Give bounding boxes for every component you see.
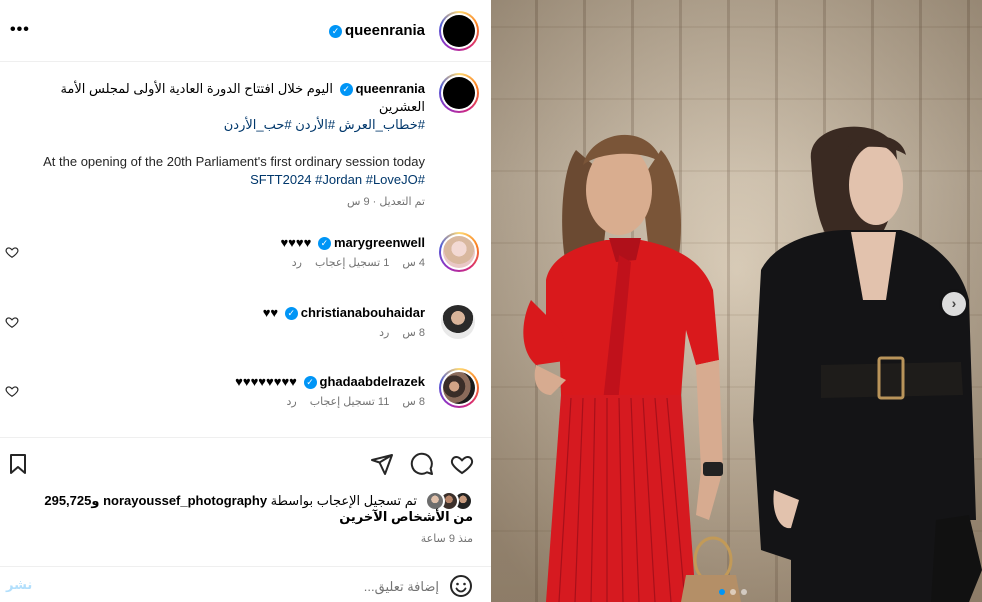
caption-username[interactable]: queenrania [356,81,425,96]
comment-text: ghadaabdelrazek✓ ♥♥♥♥♥♥♥♥ [235,374,426,390]
caption-meta: تم التعديل · 9 س [346,196,425,208]
comment-likes[interactable]: 11 تسجيل إعجاب [310,396,390,408]
comment-item: marygreenwell✓ ♥♥♥♥ 4 س 1 تسجيل إعجاب رد [0,232,491,285]
comment-time: 8 س [402,396,425,408]
comment-text: marygreenwell✓ ♥♥♥♥ [280,235,425,251]
likes-summary: تم تسجيل الإعجاب بواسطة norayoussef_phot… [44,493,473,524]
verified-badge-icon: ✓ [284,307,298,321]
like-comment-heart-icon[interactable] [5,245,19,259]
header-avatar[interactable] [439,11,479,51]
bookmark-icon[interactable] [6,452,30,476]
add-comment-bar: نشر [0,566,491,602]
comment-body: ♥♥♥♥ [280,235,312,250]
comment-time: 4 س [402,257,425,269]
caption-hashtags-en[interactable]: SFTT2024 #Jordan #LoveJO# [25,171,425,189]
post-photo[interactable]: › [491,0,982,602]
comment-username[interactable]: ghadaabdelrazek [320,374,426,389]
post-header: ••• ✓ queenrania [0,0,491,62]
caption-text-en: At the opening of the 20th Parliament's … [43,154,425,169]
post-time: منذ 9 ساعة [420,533,473,545]
like-comment-heart-icon[interactable] [5,384,19,398]
like-heart-icon[interactable] [450,452,474,476]
more-horizontal-icon[interactable]: ••• [10,22,30,38]
verified-badge-icon: ✓ [339,83,353,97]
comment-body: ♥♥♥♥♥♥♥♥ [235,374,297,389]
header-username[interactable]: ✓ queenrania [326,22,425,39]
comments-area[interactable]: queenrania✓ اليوم خلال افتتاح الدورة الع… [0,62,491,436]
caption: queenrania✓ اليوم خلال افتتاح الدورة الع… [25,80,425,208]
verified-badge-icon: ✓ [328,24,342,38]
comment-item: christianabouhaidar✓ ♥♥ 8 س رد [0,305,491,355]
comment-avatar[interactable] [439,368,479,408]
photo-subjects [523,126,982,602]
comment-avatar[interactable] [441,305,475,339]
caption-hashtags-ar[interactable]: #خطاب_العرش #الأردن #حب_الأردن [25,116,425,134]
post-actions: تم تسجيل الإعجاب بواسطة norayoussef_phot… [0,437,491,602]
comment-text: christianabouhaidar✓ ♥♥ [262,305,425,321]
carousel-dot-active [719,589,725,595]
add-comment-input[interactable] [79,575,439,597]
comment-username[interactable]: marygreenwell [334,235,425,250]
caption-text-ar: queenrania✓ اليوم خلال افتتاح الدورة الع… [60,81,425,114]
carousel-dot [741,589,747,595]
reply-button[interactable]: رد [286,396,296,408]
comment-item: ghadaabdelrazek✓ ♥♥♥♥♥♥♥♥ 8 س 11 تسجيل إ… [0,368,491,424]
reply-button[interactable]: رد [292,257,302,269]
post-details-panel: ••• ✓ queenrania queenrania✓ اليوم خلال ا… [0,0,491,602]
comment-body: ♥♥ [262,305,279,320]
post-comment-button[interactable]: نشر [6,577,32,593]
comment-icon[interactable] [410,452,434,476]
verified-badge-icon: ✓ [317,237,331,251]
emoji-icon[interactable] [449,574,473,598]
caption-avatar[interactable] [439,73,479,113]
share-icon[interactable] [370,452,394,476]
carousel-dot [730,589,736,595]
comment-username[interactable]: christianabouhaidar [301,305,425,320]
liked-by-username[interactable]: norayoussef_photography [103,493,267,508]
comment-meta: 8 س 11 تسجيل إعجاب رد [276,395,425,408]
carousel-indicator [719,589,755,595]
next-slide-button[interactable]: › [942,292,966,316]
comment-likes[interactable]: 1 تسجيل إعجاب [315,257,389,269]
comment-meta: 8 س رد [369,326,425,339]
comment-meta: 4 س 1 تسجيل إعجاب رد [282,256,425,269]
verified-badge-icon: ✓ [303,376,317,390]
comment-avatar[interactable] [439,232,479,272]
like-comment-heart-icon[interactable] [5,315,19,329]
comment-time: 8 س [402,327,425,339]
reply-button[interactable]: رد [379,327,389,339]
